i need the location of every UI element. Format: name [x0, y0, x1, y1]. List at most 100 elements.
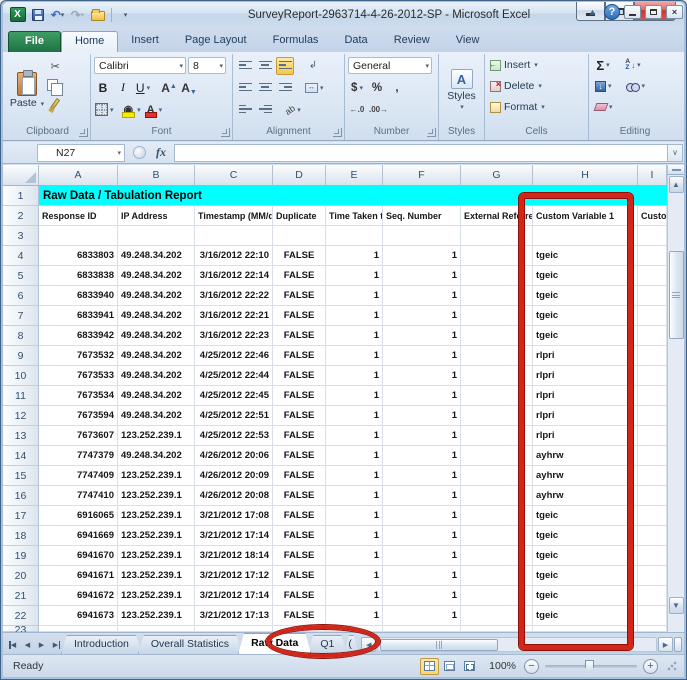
cell-A18[interactable]: 6941669	[39, 526, 118, 546]
select-all-button[interactable]	[3, 165, 39, 185]
horizontal-scroll-thumb[interactable]	[380, 639, 498, 651]
cut-button[interactable]: ✂	[46, 57, 65, 75]
minimize-ribbon-button[interactable]: ▲	[585, 5, 600, 20]
cell-E15[interactable]: 1	[326, 466, 383, 486]
cell-A15[interactable]: 7747409	[39, 466, 118, 486]
cell-I13[interactable]	[638, 426, 667, 446]
align-right-button[interactable]	[276, 79, 294, 97]
cell-C8[interactable]: 3/16/2012 22:23	[195, 326, 273, 346]
comma-style-button[interactable]: ,	[388, 79, 406, 97]
cell-G18[interactable]	[461, 526, 533, 546]
font-size-combo[interactable]: 8▾	[188, 57, 226, 74]
cell-H19[interactable]: tgeic	[533, 546, 638, 566]
cell-E20[interactable]: 1	[326, 566, 383, 586]
cell-B2[interactable]: IP Address	[118, 206, 195, 226]
cell-E12[interactable]: 1	[326, 406, 383, 426]
column-header-D[interactable]: D	[273, 165, 326, 185]
next-sheet-button[interactable]: ▶	[35, 637, 48, 653]
expand-formula-bar-button[interactable]: ∨	[667, 144, 683, 162]
cell-D6[interactable]: FALSE	[273, 286, 326, 306]
format-cells-button[interactable]: Format▾	[490, 97, 585, 117]
cell-F18[interactable]: 1	[383, 526, 461, 546]
borders-button[interactable]: ▾	[94, 101, 115, 119]
cell-F10[interactable]: 1	[383, 366, 461, 386]
excel-logo-icon[interactable]: X	[9, 6, 26, 23]
workbook-close-button[interactable]: ×	[666, 5, 683, 19]
column-header-C[interactable]: C	[195, 165, 273, 185]
number-format-combo[interactable]: General▾	[348, 57, 432, 74]
zoom-slider-thumb[interactable]	[585, 660, 594, 673]
cell-E11[interactable]: 1	[326, 386, 383, 406]
cell-C6[interactable]: 3/16/2012 22:22	[195, 286, 273, 306]
cell-E2[interactable]: Time Taken t	[326, 206, 383, 226]
zoom-in-button[interactable]: +	[643, 659, 658, 674]
ribbon-tab-page-layout[interactable]: Page Layout	[172, 31, 260, 52]
cell-D13[interactable]: FALSE	[273, 426, 326, 446]
cell-A4[interactable]: 6833803	[39, 246, 118, 266]
cell-F9[interactable]: 1	[383, 346, 461, 366]
cell-G11[interactable]	[461, 386, 533, 406]
cell-I18[interactable]	[638, 526, 667, 546]
cell-I9[interactable]	[638, 346, 667, 366]
row-header-9[interactable]: 9	[3, 346, 39, 366]
cell-I7[interactable]	[638, 306, 667, 326]
cell-C19[interactable]: 3/21/2012 18:14	[195, 546, 273, 566]
cell-E4[interactable]: 1	[326, 246, 383, 266]
cell-C20[interactable]: 3/21/2012 17:12	[195, 566, 273, 586]
cell-E22[interactable]: 1	[326, 606, 383, 626]
cell-E16[interactable]: 1	[326, 486, 383, 506]
cell-H7[interactable]: tgeic	[533, 306, 638, 326]
cell-D17[interactable]: FALSE	[273, 506, 326, 526]
cell-G22[interactable]	[461, 606, 533, 626]
cell-C11[interactable]: 4/25/2012 22:45	[195, 386, 273, 406]
cell-C13[interactable]: 4/25/2012 22:53	[195, 426, 273, 446]
align-middle-button[interactable]	[256, 57, 274, 75]
scroll-down-button[interactable]: ▼	[669, 597, 684, 614]
cell-B21[interactable]: 123.252.239.1	[118, 586, 195, 606]
cell-C5[interactable]: 3/16/2012 22:14	[195, 266, 273, 286]
row-header-2[interactable]: 2	[3, 206, 39, 226]
cell-A12[interactable]: 7673594	[39, 406, 118, 426]
row-header-3[interactable]: 3	[3, 226, 39, 246]
vertical-scroll-thumb[interactable]	[669, 251, 684, 339]
cell-E7[interactable]: 1	[326, 306, 383, 326]
cell-F11[interactable]: 1	[383, 386, 461, 406]
cell-C7[interactable]: 3/16/2012 22:21	[195, 306, 273, 326]
copy-button[interactable]: ▾	[46, 76, 65, 94]
page-break-view-button[interactable]	[460, 658, 479, 675]
cell-C2[interactable]: Timestamp (MM/dd	[195, 206, 273, 226]
cell-D22[interactable]: FALSE	[273, 606, 326, 626]
row-header-14[interactable]: 14	[3, 446, 39, 466]
cell-D2[interactable]: Duplicate	[273, 206, 326, 226]
cell-F6[interactable]: 1	[383, 286, 461, 306]
clipboard-dialog-launcher[interactable]	[79, 128, 88, 137]
h-scroll-right-button[interactable]: ▶	[658, 637, 673, 652]
cell-C3[interactable]	[195, 226, 273, 246]
cell-F2[interactable]: Seq. Number	[383, 206, 461, 226]
zoom-out-button[interactable]: −	[524, 659, 539, 674]
sheet-tab-q1[interactable]: Q1	[307, 635, 347, 654]
row-header-11[interactable]: 11	[3, 386, 39, 406]
italic-button[interactable]: I	[114, 79, 132, 97]
cell-F17[interactable]: 1	[383, 506, 461, 526]
cell-A5[interactable]: 6833838	[39, 266, 118, 286]
underline-button[interactable]: U▾	[134, 79, 152, 97]
cell-G7[interactable]	[461, 306, 533, 326]
cell-E9[interactable]: 1	[326, 346, 383, 366]
cell-H18[interactable]: tgeic	[533, 526, 638, 546]
cell-E5[interactable]: 1	[326, 266, 383, 286]
row-header-6[interactable]: 6	[3, 286, 39, 306]
accounting-format-button[interactable]: $▾	[348, 79, 366, 97]
align-left-button[interactable]	[236, 79, 254, 97]
cell-C21[interactable]: 3/21/2012 17:14	[195, 586, 273, 606]
cell-F15[interactable]: 1	[383, 466, 461, 486]
bold-button[interactable]: B	[94, 79, 112, 97]
cell-styles-button[interactable]: A Styles ▾	[443, 55, 481, 125]
split-box[interactable]	[668, 165, 684, 175]
row-header-5[interactable]: 5	[3, 266, 39, 286]
delete-cells-button[interactable]: Delete▾	[490, 76, 585, 96]
increase-decimal-button[interactable]: ←.0	[348, 101, 366, 119]
cell-A14[interactable]: 7747379	[39, 446, 118, 466]
cell-A6[interactable]: 6833940	[39, 286, 118, 306]
cell-F13[interactable]: 1	[383, 426, 461, 446]
